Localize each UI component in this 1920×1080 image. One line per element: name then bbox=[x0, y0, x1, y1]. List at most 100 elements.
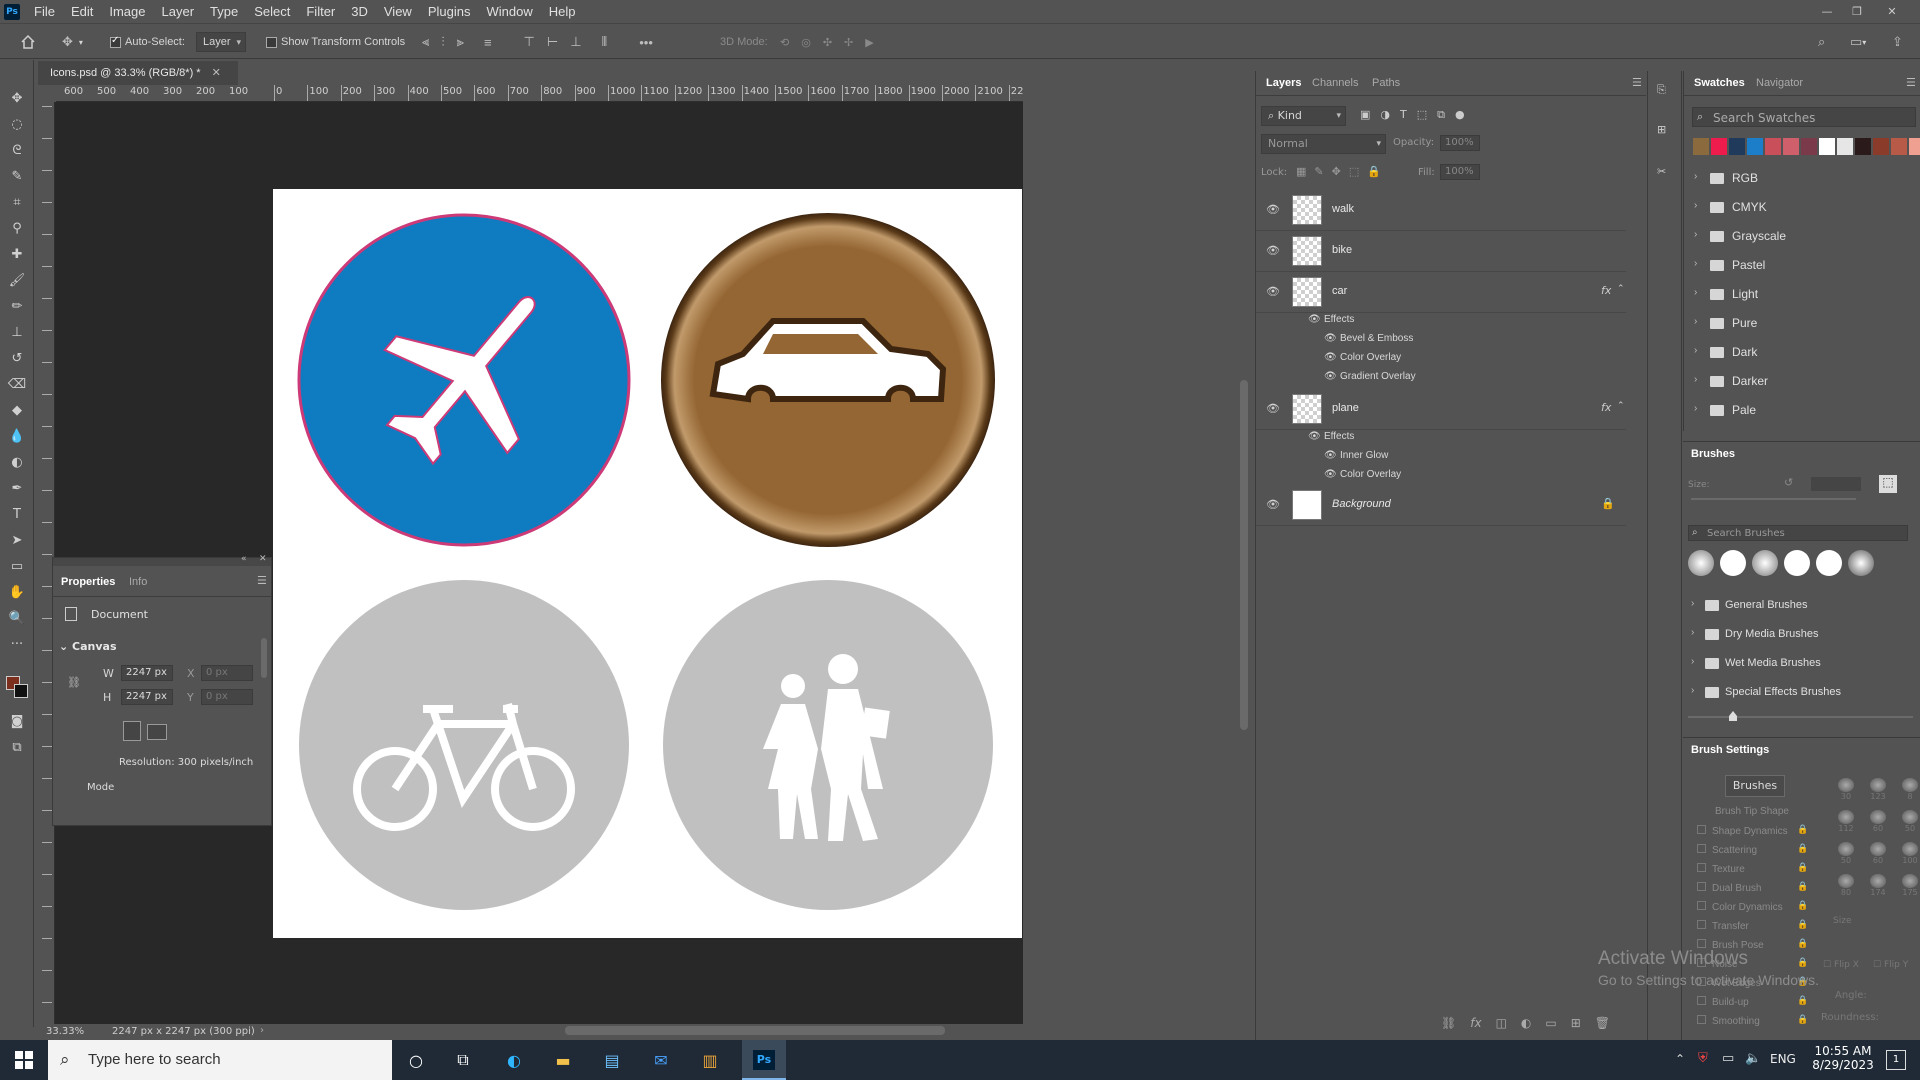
reset-size-icon[interactable]: ↺ bbox=[1784, 476, 1793, 489]
clone-stamp-icon[interactable]: ⊥ bbox=[6, 321, 28, 343]
width-field[interactable]: 2247 px bbox=[121, 665, 173, 681]
volume-icon[interactable]: 🔈 bbox=[1745, 1051, 1761, 1066]
flip-x-checkbox[interactable]: ☐ Flip X bbox=[1823, 960, 1859, 970]
taskbar-search-input[interactable]: ⌕ Type here to search bbox=[48, 1040, 392, 1080]
lock-artboard-icon[interactable]: ⬚ bbox=[1349, 165, 1359, 178]
chevron-right-icon[interactable]: › bbox=[1694, 345, 1697, 356]
x-field[interactable]: 0 px bbox=[201, 665, 253, 681]
lock-all-icon[interactable]: 🔒 bbox=[1367, 165, 1381, 178]
close-icon[interactable]: ✕ bbox=[1877, 0, 1907, 23]
add-mask-icon[interactable]: ◫ bbox=[1496, 1016, 1507, 1030]
photoshop-taskbar-button[interactable]: Ps bbox=[742, 1040, 786, 1080]
new-layer-icon[interactable]: ⊞ bbox=[1571, 1016, 1581, 1030]
background-color-swatch[interactable] bbox=[14, 684, 28, 698]
visibility-eye-icon[interactable]: 👁 bbox=[1266, 203, 1282, 216]
delete-layer-icon[interactable]: 🗑 bbox=[1595, 1016, 1610, 1030]
brush-setting-item[interactable]: Color Dynamics bbox=[1697, 901, 1783, 913]
show-transform-checkbox[interactable]: Show Transform Controls bbox=[266, 24, 405, 60]
swatch-folder[interactable]: › Light bbox=[1684, 283, 1914, 307]
chevron-right-icon[interactable]: › bbox=[1691, 656, 1694, 667]
menu-help[interactable]: Help bbox=[541, 0, 584, 23]
visibility-eye-icon[interactable]: 👁 bbox=[1308, 431, 1321, 442]
swatch-folder[interactable]: › Pastel bbox=[1684, 254, 1914, 278]
more-options-icon[interactable]: ••• bbox=[639, 35, 653, 50]
layer-car[interactable]: 👁 car fx ⌃ bbox=[1256, 272, 1626, 313]
brush-setting-item[interactable]: Smoothing bbox=[1697, 1015, 1760, 1027]
chevron-right-icon[interactable]: › bbox=[1694, 316, 1697, 327]
paint-bucket-icon[interactable]: ◆ bbox=[6, 399, 28, 421]
shape-filter-icon[interactable]: ⬚ bbox=[1417, 108, 1427, 122]
brush-folder[interactable]: › Dry Media Brushes bbox=[1683, 623, 1913, 647]
effect-item[interactable]: 👁 Color Overlay bbox=[1256, 349, 1626, 368]
mail-icon[interactable]: ✉ bbox=[647, 1046, 675, 1074]
brush-tip[interactable]: 112 bbox=[1831, 810, 1861, 833]
lock-transparent-icon[interactable]: ▦ bbox=[1296, 165, 1306, 178]
swatch-folder[interactable]: › Pale bbox=[1684, 399, 1914, 423]
filter-kind-dropdown[interactable]: ⌕ Kind bbox=[1261, 106, 1346, 126]
effect-item[interactable]: 👁 Color Overlay bbox=[1256, 466, 1626, 485]
fill-field[interactable]: 100% bbox=[1440, 164, 1480, 180]
brush-preset-soft[interactable] bbox=[1752, 550, 1778, 576]
distribute-vertical-icon[interactable]: ⦀ bbox=[602, 34, 608, 50]
menu-plugins[interactable]: Plugins bbox=[420, 0, 479, 23]
chevron-right-icon[interactable]: › bbox=[1694, 229, 1697, 240]
brush-folder[interactable]: › Wet Media Brushes bbox=[1683, 652, 1913, 676]
layer-background[interactable]: 👁 Background 🔒 bbox=[1256, 485, 1626, 526]
visibility-eye-icon[interactable]: 👁 bbox=[1324, 333, 1337, 344]
chevron-right-icon[interactable]: › bbox=[1694, 287, 1697, 298]
panel-menu-icon[interactable]: ☰ bbox=[257, 574, 267, 587]
menu-window[interactable]: Window bbox=[478, 0, 540, 23]
color-swatch[interactable] bbox=[1693, 138, 1709, 155]
search-icon[interactable]: ⌕ bbox=[1818, 24, 1825, 60]
history-icon[interactable]: ⎘ bbox=[1657, 83, 1666, 97]
color-swatch[interactable] bbox=[1765, 138, 1781, 155]
move-tool-icon[interactable]: ✥ bbox=[6, 87, 28, 109]
brush-size-field[interactable] bbox=[1811, 477, 1861, 491]
height-field[interactable]: 2247 px bbox=[121, 689, 173, 705]
effect-item[interactable]: 👁 Bevel & Emboss bbox=[1256, 330, 1626, 349]
lock-icon[interactable]: 🔒 bbox=[1797, 996, 1808, 1006]
lock-icon[interactable]: 🔒 bbox=[1797, 863, 1808, 873]
healing-brush-icon[interactable]: ✚ bbox=[6, 243, 28, 265]
align-top-icon[interactable]: ⊤ bbox=[524, 34, 535, 50]
color-swatch[interactable] bbox=[1837, 138, 1853, 155]
brush-setting-item[interactable]: Build-up bbox=[1697, 996, 1749, 1008]
chevron-right-icon[interactable]: › bbox=[1691, 685, 1694, 696]
layer-walk[interactable]: 👁 walk bbox=[1256, 190, 1626, 231]
zoom-tool-icon[interactable]: 🔍 bbox=[6, 607, 28, 629]
brush-tip[interactable]: 50 bbox=[1831, 842, 1861, 865]
brush-tip[interactable]: 50 bbox=[1895, 810, 1920, 833]
tab-layers[interactable]: Layers bbox=[1266, 71, 1301, 95]
setting-checkbox[interactable] bbox=[1697, 844, 1706, 853]
fx-badge[interactable]: fx bbox=[1601, 401, 1611, 414]
visibility-eye-icon[interactable]: 👁 bbox=[1324, 469, 1337, 480]
brush-setting-item[interactable]: Dual Brush bbox=[1697, 882, 1761, 894]
menu-image[interactable]: Image bbox=[101, 0, 153, 23]
tab-info[interactable]: Info bbox=[129, 570, 147, 594]
close-tab-icon[interactable]: ✕ bbox=[212, 67, 221, 79]
brush-tip[interactable]: 60 bbox=[1863, 810, 1893, 833]
show-hidden-icons-icon[interactable]: ⌃ bbox=[1675, 1052, 1685, 1066]
brush-setting-item[interactable]: Texture bbox=[1697, 863, 1745, 875]
chevron-right-icon[interactable]: › bbox=[1694, 374, 1697, 385]
lock-icon[interactable]: 🔒 bbox=[1797, 825, 1808, 835]
more-tools-icon[interactable]: ··· bbox=[6, 633, 28, 655]
effects-group[interactable]: 👁 Effects bbox=[1256, 311, 1626, 330]
visibility-eye-icon[interactable]: 👁 bbox=[1266, 285, 1282, 298]
collapse-panel-icon[interactable]: « bbox=[241, 554, 247, 564]
swatch-folder[interactable]: › Dark bbox=[1684, 341, 1914, 365]
visibility-eye-icon[interactable]: 👁 bbox=[1324, 352, 1337, 363]
new-group-icon[interactable]: ▭ bbox=[1545, 1016, 1556, 1030]
brush-tip[interactable]: 174 bbox=[1863, 874, 1893, 897]
properties-scrollbar[interactable] bbox=[261, 638, 267, 678]
color-swatch[interactable] bbox=[1711, 138, 1727, 155]
marquee-tool-icon[interactable]: ◌ bbox=[6, 113, 28, 135]
brush-size-slider[interactable] bbox=[1691, 498, 1856, 500]
3d-roll-icon[interactable]: ◎ bbox=[801, 36, 811, 49]
eraser-tool-icon[interactable]: ⌫ bbox=[6, 373, 28, 395]
brush-tip[interactable]: 30 bbox=[1831, 778, 1861, 801]
color-swatch[interactable] bbox=[1855, 138, 1871, 155]
quick-select-tool-icon[interactable]: ✎ bbox=[6, 165, 28, 187]
canvas-section[interactable]: ⌄ Canvas bbox=[59, 640, 117, 653]
lock-icon[interactable]: 🔒 bbox=[1797, 1015, 1808, 1025]
